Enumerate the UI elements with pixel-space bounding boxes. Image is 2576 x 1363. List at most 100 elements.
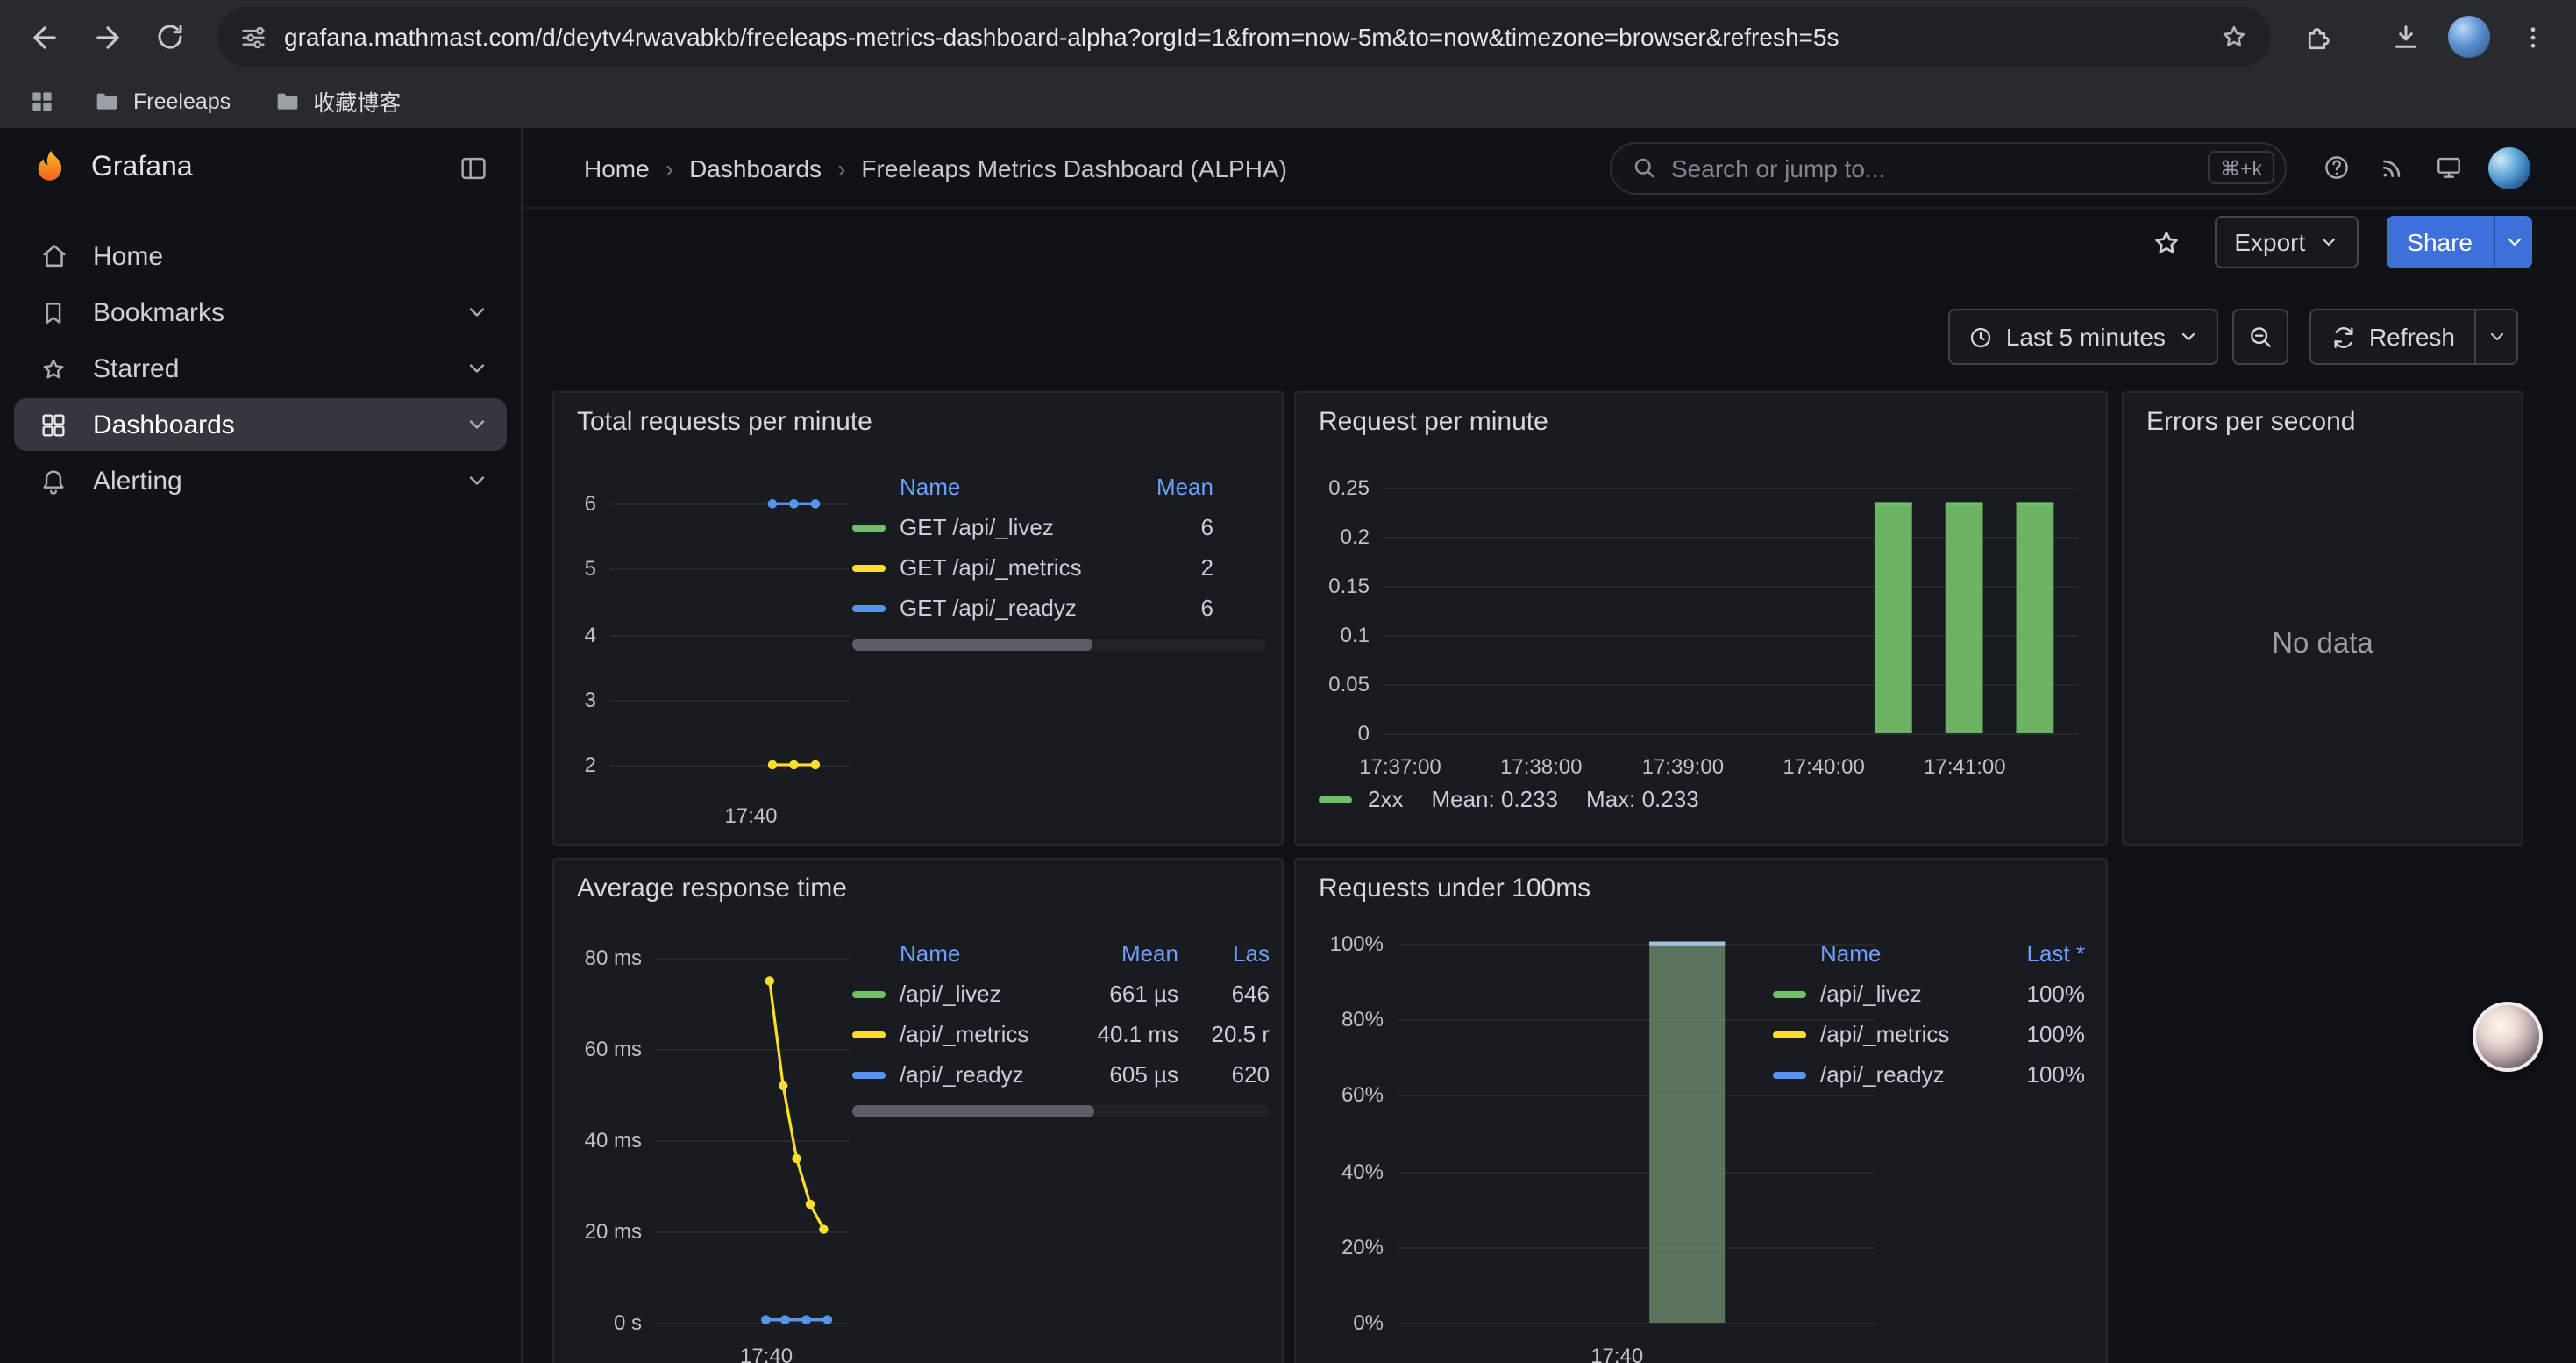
downloads-icon[interactable]: [2376, 7, 2436, 67]
star-icon: [37, 353, 70, 383]
legend-header-last[interactable]: Las: [1178, 940, 1270, 967]
help-icon[interactable]: [2308, 141, 2364, 194]
sidebar-item-bookmarks[interactable]: Bookmarks: [14, 286, 507, 339]
legend-header-name[interactable]: Name: [1820, 940, 1987, 967]
legend-series-last: 100%: [1987, 1021, 2085, 1047]
monitor-icon[interactable]: [2420, 141, 2476, 194]
time-range-picker[interactable]: Last 5 minutes: [1948, 309, 2218, 365]
scrollbar-thumb[interactable]: [852, 1105, 1094, 1117]
legend-header-name[interactable]: Name: [900, 474, 1129, 500]
search-input[interactable]: [1671, 153, 2194, 182]
legend-header-name[interactable]: Name: [900, 940, 1066, 967]
forward-button[interactable]: [77, 7, 137, 67]
back-button[interactable]: [14, 7, 74, 67]
share-menu-caret[interactable]: [2494, 216, 2532, 268]
breadcrumb-dashboards[interactable]: Dashboards: [689, 153, 822, 182]
sidebar-item-starred[interactable]: Starred: [14, 342, 507, 395]
legend-series-name[interactable]: GET /api/_livez: [900, 514, 1129, 540]
sidebar-header: Grafana: [0, 128, 521, 209]
search-icon: [1631, 154, 1657, 181]
bookmark-folder-blogs[interactable]: 收藏博客: [257, 80, 416, 122]
extensions-icon[interactable]: [2288, 7, 2348, 67]
refresh-button[interactable]: Refresh: [2311, 310, 2474, 363]
series-color-dash: [1773, 990, 1806, 997]
bookmarks-bar: Freeleaps 收藏博客: [0, 74, 2576, 128]
legend-series-name[interactable]: /api/_readyz: [1820, 1061, 1987, 1088]
sidebar-item-label: Starred: [93, 353, 465, 383]
chevron-down-icon[interactable]: [465, 412, 489, 437]
collapse-sidebar-icon[interactable]: [447, 142, 500, 195]
star-dashboard-icon[interactable]: [2145, 221, 2187, 263]
sidebar-item-dashboards[interactable]: Dashboards: [14, 398, 507, 451]
legend-row: /api/_metrics 40.1 ms 20.5 r: [852, 1014, 1270, 1054]
legend-row: /api/_metrics 100%: [1773, 1014, 2085, 1054]
bookmark-folder-freeleaps[interactable]: Freeleaps: [77, 80, 246, 122]
menu-kebab-icon[interactable]: [2502, 7, 2562, 67]
series-color-dash: [852, 564, 886, 571]
legend-row: /api/_livez 661 µs 646: [852, 974, 1270, 1014]
bookmark-star-icon[interactable]: [2218, 21, 2250, 53]
main-area: Home › Dashboards › Freeleaps Metrics Da…: [523, 128, 2576, 1363]
screen: grafana.mathmast.com/d/deytv4rwavabkb/fr…: [0, 0, 2576, 1363]
refresh-interval-caret[interactable]: [2474, 310, 2516, 363]
grafana-logo[interactable]: [28, 146, 72, 190]
breadcrumb-current: Freeleaps Metrics Dashboard (ALPHA): [861, 153, 1287, 182]
chevron-down-icon[interactable]: [465, 300, 489, 325]
user-avatar[interactable]: [2488, 146, 2530, 189]
apps-icon: [37, 410, 70, 439]
rss-icon[interactable]: [2364, 141, 2420, 194]
assistant-avatar-button[interactable]: [2473, 1002, 2543, 1072]
apps-grid-icon[interactable]: [18, 80, 67, 122]
legend-max-stat: Max: 0.233: [1586, 786, 1699, 812]
share-split-button: Share: [2386, 216, 2532, 268]
export-label: Export: [2234, 228, 2305, 256]
panel-title[interactable]: Errors per second: [2146, 407, 2355, 437]
share-button[interactable]: Share: [2386, 216, 2494, 268]
chevron-down-icon[interactable]: [465, 468, 489, 493]
panel-request-per-minute: Request per minute 0.250.20.150.10.05017…: [1294, 391, 2108, 846]
legend-header-mean[interactable]: Mean: [1066, 940, 1178, 967]
legend-series-name[interactable]: GET /api/_readyz: [900, 595, 1129, 621]
legend-header-mean[interactable]: Mean: [1129, 474, 1213, 500]
legend-scrollbar[interactable]: [852, 639, 1266, 651]
legend-header-last[interactable]: Last *: [1987, 940, 2085, 967]
home-icon: [37, 240, 70, 272]
breadcrumb-home[interactable]: Home: [584, 153, 650, 182]
sidebar-item-home[interactable]: Home: [14, 230, 507, 282]
legend-series-mean: 40.1 ms: [1066, 1021, 1178, 1047]
legend-row: /api/_readyz 605 µs 620: [852, 1054, 1270, 1095]
legend-series-mean: 6: [1129, 514, 1213, 540]
search-shortcut-badge: ⌘+k: [2208, 151, 2274, 184]
reload-button[interactable]: [140, 7, 200, 67]
legend-series-name[interactable]: GET /api/_metrics: [900, 554, 1129, 581]
panel-chart[interactable]: 0.250.20.150.10.05017:37:0017:38:0017:39…: [1296, 393, 2106, 844]
profile-avatar[interactable]: [2439, 7, 2499, 67]
zoom-out-time-icon[interactable]: [2232, 309, 2288, 365]
legend-scrollbar[interactable]: [852, 1105, 1270, 1117]
series-color-dash: [1773, 1071, 1806, 1078]
sidebar-nav: Home Bookmarks Starred: [0, 209, 521, 507]
site-settings-icon[interactable]: [238, 22, 268, 52]
legend-series-name[interactable]: 2xx: [1368, 786, 1403, 812]
url-bar[interactable]: grafana.mathmast.com/d/deytv4rwavabkb/fr…: [217, 7, 2271, 67]
scrollbar-thumb[interactable]: [852, 639, 1092, 651]
legend-series-name[interactable]: /api/_livez: [1820, 981, 1987, 1007]
legend-series-mean: 2: [1129, 554, 1213, 581]
no-data-message: No data: [2124, 446, 2522, 844]
legend-mean-stat: Mean: 0.233: [1431, 786, 1558, 812]
series-color-dash: [1319, 796, 1352, 803]
breadcrumb-separator: ›: [837, 153, 845, 182]
legend-series-name[interactable]: /api/_metrics: [900, 1021, 1066, 1047]
folder-icon: [93, 87, 121, 115]
legend-series-name[interactable]: /api/_metrics: [1820, 1021, 1987, 1047]
sidebar-item-alerting[interactable]: Alerting: [14, 454, 507, 507]
legend-series-name[interactable]: /api/_livez: [900, 981, 1066, 1007]
search-input-box[interactable]: ⌘+k: [1610, 141, 2287, 194]
legend-table: Name Mean Las /api/_livez 661 µs 646: [852, 933, 1270, 1117]
legend-series-last: 620: [1178, 1061, 1270, 1088]
export-button[interactable]: Export: [2215, 216, 2358, 268]
panel-errors-per-second: Errors per second No data: [2122, 391, 2523, 846]
legend-inline: 2xx Mean: 0.233 Max: 0.233: [1319, 786, 1699, 812]
chevron-down-icon[interactable]: [465, 356, 489, 381]
legend-series-name[interactable]: /api/_readyz: [900, 1061, 1066, 1088]
